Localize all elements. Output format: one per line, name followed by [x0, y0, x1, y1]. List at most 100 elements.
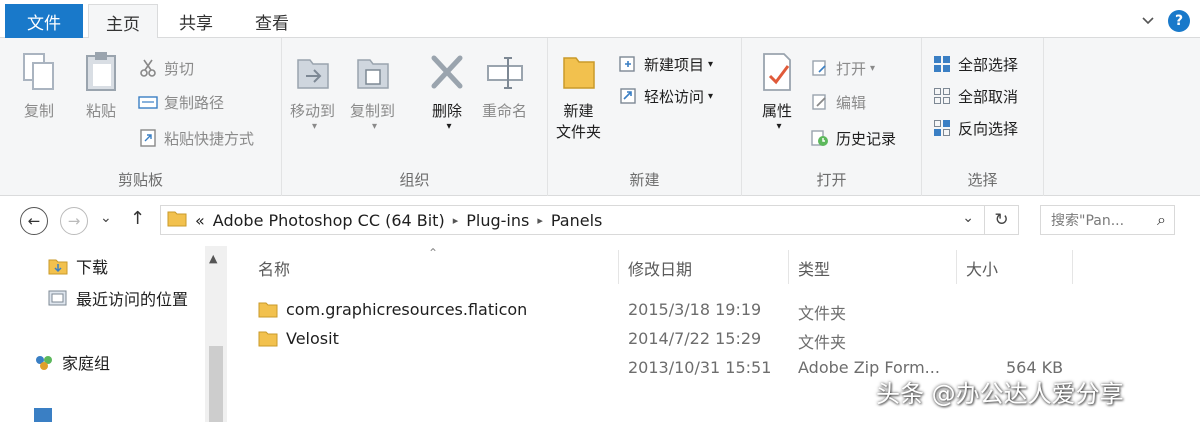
- delete-button[interactable]: 删除 ▾: [428, 50, 466, 132]
- new-item-button[interactable]: 新建项目 ▾: [618, 52, 713, 76]
- edit-button[interactable]: 编辑: [810, 90, 866, 114]
- group-clipboard: 复制 粘贴 剪切 复制路径 粘贴快捷方式 剪贴板: [0, 38, 282, 196]
- minimize-ribbon-icon[interactable]: [1136, 8, 1160, 32]
- column-header-name[interactable]: 名称: [258, 256, 290, 280]
- breadcrumb-separator[interactable]: ▸: [453, 214, 459, 227]
- file-type: 文件夹: [798, 333, 847, 352]
- tab-file[interactable]: 文件: [5, 4, 83, 38]
- open-button[interactable]: 打开 ▾: [810, 56, 875, 80]
- up-button[interactable]: ↑: [130, 208, 145, 229]
- table-row[interactable]: com.graphicresources.flaticon 2015/3/18 …: [230, 296, 1200, 324]
- rename-button[interactable]: 重命名: [482, 50, 527, 121]
- scrollbar-thumb[interactable]: [209, 346, 223, 422]
- folder-icon: [258, 302, 278, 318]
- address-overflow[interactable]: «: [195, 211, 205, 230]
- address-dropdown[interactable]: ⌄: [962, 210, 974, 226]
- column-header-type[interactable]: 类型: [798, 256, 830, 280]
- file-modified: 2014/7/22 15:29: [628, 329, 762, 348]
- folder-icon: [258, 331, 278, 347]
- copy-to-button[interactable]: 复制到 ▾: [350, 50, 395, 132]
- sort-ascending-icon: ⌃: [428, 246, 439, 260]
- recent-places-icon: [48, 290, 67, 306]
- search-box[interactable]: 搜索"Pan... ⌕: [1040, 205, 1175, 235]
- column-header-modified[interactable]: 修改日期: [628, 256, 692, 280]
- file-modified: 2013/10/31 15:51: [628, 358, 772, 377]
- ribbon-tab-bar: 文件 主页 共享 查看 ?: [0, 0, 1200, 39]
- recent-locations-dropdown[interactable]: ⌄: [100, 210, 112, 226]
- paste-shortcut-icon: [138, 128, 158, 148]
- ribbon-home: 复制 粘贴 剪切 复制路径 粘贴快捷方式 剪贴板 移动到 ▾ 复制到 ▾ 删除 …: [0, 38, 1200, 196]
- search-input[interactable]: 搜索"Pan...: [1051, 210, 1124, 230]
- forward-button[interactable]: →: [60, 207, 88, 235]
- invert-selection-icon: [932, 118, 952, 138]
- breadcrumb-photoshop[interactable]: Adobe Photoshop CC (64 Bit): [213, 211, 445, 230]
- edit-icon: [810, 92, 830, 112]
- new-item-icon: [618, 54, 638, 74]
- history-button[interactable]: 历史记录: [810, 126, 896, 150]
- easy-access-button[interactable]: 轻松访问 ▾: [618, 84, 713, 108]
- group-label-open: 打开: [816, 171, 847, 189]
- open-icon: [810, 58, 830, 78]
- address-row: ← → ⌄ ↑ « Adobe Photoshop CC (64 Bit) ▸ …: [0, 196, 1200, 246]
- file-name: com.graphicresources.flaticon: [286, 300, 528, 319]
- cut-button[interactable]: 剪切: [138, 56, 194, 80]
- group-open: 属性 ▾ 打开 ▾ 编辑 历史记录 打开: [742, 38, 922, 196]
- this-pc-icon[interactable]: [34, 408, 52, 422]
- group-select: 全部选择 全部取消 反向选择 选择: [922, 38, 1044, 196]
- select-none-button[interactable]: 全部取消: [932, 84, 1018, 108]
- nav-item-recent-places[interactable]: 最近访问的位置: [48, 286, 188, 310]
- copy-button[interactable]: 复制: [20, 50, 58, 121]
- column-separator[interactable]: [618, 250, 619, 284]
- copy-path-icon: [138, 92, 158, 112]
- copy-icon: [23, 53, 54, 90]
- properties-icon: [763, 53, 791, 91]
- group-new: 新建 文件夹 新建项目 ▾ 轻松访问 ▾ 新建: [548, 38, 742, 196]
- move-to-button[interactable]: 移动到 ▾: [290, 50, 335, 132]
- folder-download-icon: [48, 259, 68, 275]
- file-type: 文件夹: [798, 304, 847, 323]
- group-label-organize: 组织: [399, 171, 430, 189]
- help-icon[interactable]: ?: [1168, 10, 1190, 32]
- watermark: 头条 @办公达人爱分享: [876, 380, 1124, 408]
- tab-view[interactable]: 查看: [238, 4, 306, 38]
- column-separator[interactable]: [788, 250, 789, 284]
- address-folder-icon: [167, 209, 187, 231]
- nav-pane-scrollbar[interactable]: ▲: [205, 246, 227, 422]
- address-bar[interactable]: « Adobe Photoshop CC (64 Bit) ▸ Plug-ins…: [160, 205, 985, 235]
- copy-to-icon: [356, 59, 389, 89]
- select-all-button[interactable]: 全部选择: [932, 52, 1018, 76]
- group-label-clipboard: 剪贴板: [117, 171, 163, 189]
- paste-button[interactable]: 粘贴: [82, 50, 120, 121]
- tab-share[interactable]: 共享: [162, 4, 230, 38]
- group-label-select: 选择: [967, 171, 998, 189]
- homegroup-icon: [36, 356, 52, 370]
- breadcrumb-panels[interactable]: Panels: [551, 211, 603, 230]
- scissors-icon: [138, 58, 158, 78]
- table-row[interactable]: Velosit 2014/7/22 15:29 文件夹: [230, 325, 1200, 353]
- select-none-icon: [932, 86, 952, 106]
- invert-selection-button[interactable]: 反向选择: [932, 116, 1018, 140]
- nav-item-downloads[interactable]: 下载: [48, 254, 108, 278]
- nav-item-homegroup[interactable]: 家庭组: [34, 350, 110, 374]
- file-modified: 2015/3/18 19:19: [628, 300, 762, 319]
- breadcrumb-plug-ins[interactable]: Plug-ins: [466, 211, 529, 230]
- refresh-button[interactable]: ↻: [985, 205, 1019, 235]
- move-to-icon: [296, 59, 329, 89]
- properties-button[interactable]: 属性 ▾: [758, 50, 796, 132]
- column-separator[interactable]: [956, 250, 957, 284]
- file-name: Velosit: [286, 329, 339, 348]
- copy-path-button[interactable]: 复制路径: [138, 90, 224, 114]
- new-folder-icon: [562, 57, 595, 89]
- column-separator[interactable]: [1072, 250, 1073, 284]
- group-organize: 移动到 ▾ 复制到 ▾ 删除 ▾ 重命名 组织: [282, 38, 548, 196]
- tab-home[interactable]: 主页: [88, 4, 158, 39]
- paste-shortcut-button[interactable]: 粘贴快捷方式: [138, 126, 254, 150]
- new-folder-button[interactable]: 新建 文件夹: [556, 50, 601, 142]
- breadcrumb-separator[interactable]: ▸: [537, 214, 543, 227]
- select-all-icon: [932, 54, 952, 74]
- scroll-up-icon[interactable]: ▲: [209, 252, 217, 265]
- search-icon[interactable]: ⌕: [1157, 210, 1166, 230]
- group-label-new: 新建: [629, 171, 660, 189]
- column-header-size[interactable]: 大小: [966, 256, 998, 280]
- back-button[interactable]: ←: [20, 207, 48, 235]
